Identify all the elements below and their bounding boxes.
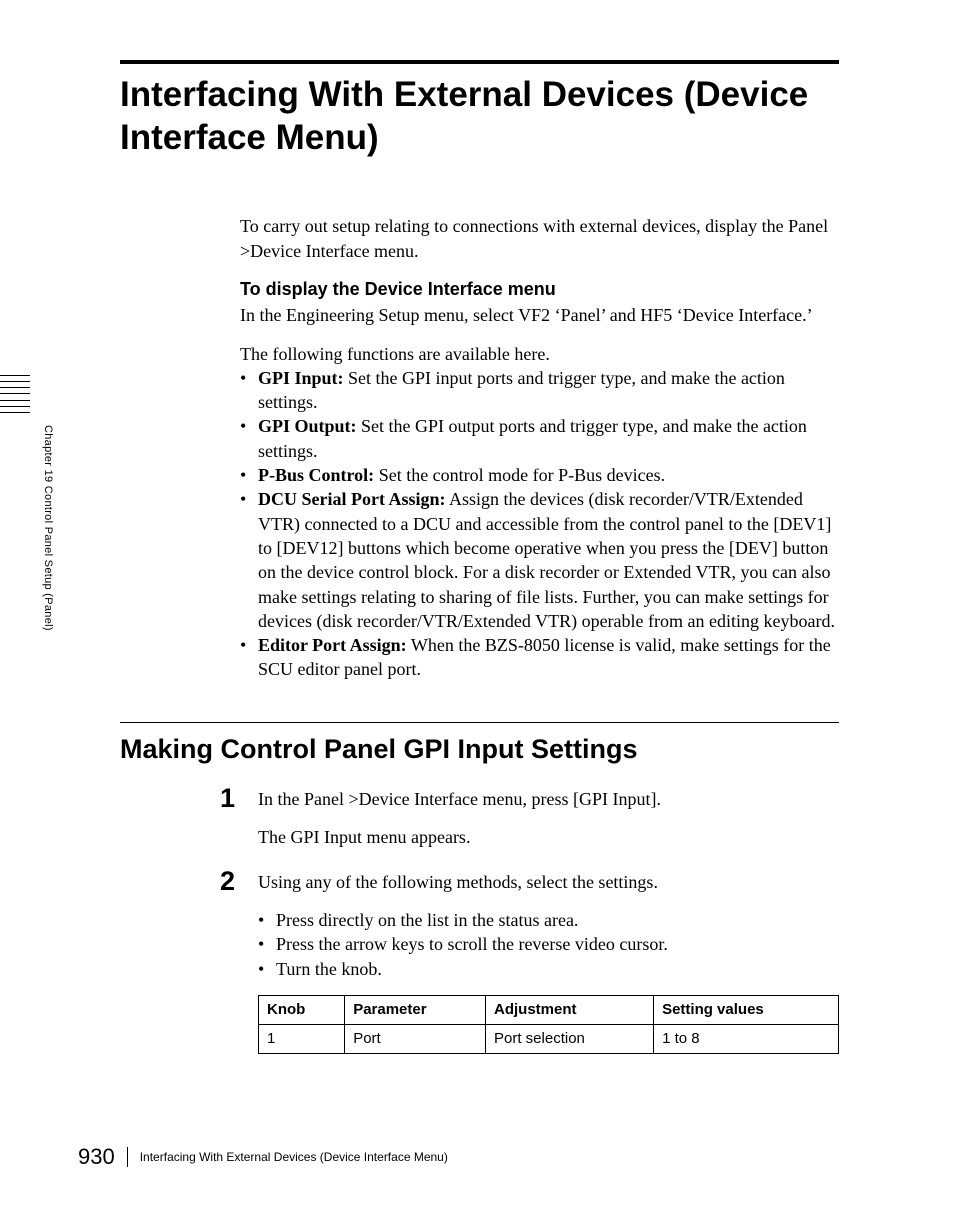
bullet-icon: •	[240, 366, 258, 415]
table-header: Setting values	[654, 995, 839, 1024]
table-header: Parameter	[345, 995, 486, 1024]
bullet-icon: •	[240, 414, 258, 463]
table-cell: 1	[259, 1025, 345, 1054]
step-text: Using any of the following methods, sele…	[258, 870, 839, 894]
function-name: Editor Port Assign:	[258, 635, 407, 655]
table-header: Adjustment	[486, 995, 654, 1024]
display-menu-heading: To display the Device Interface menu	[240, 277, 839, 301]
bullet-icon: •	[258, 908, 276, 932]
table-header: Knob	[259, 995, 345, 1024]
sub-bullet-text: Turn the knob.	[276, 957, 382, 981]
function-item: • GPI Input: Set the GPI input ports and…	[240, 366, 839, 415]
footer-divider	[127, 1147, 128, 1167]
section-heading: Making Control Panel GPI Input Settings	[120, 731, 839, 767]
table-row: 1 Port Port selection 1 to 8	[259, 1025, 839, 1054]
table-cell: Port selection	[486, 1025, 654, 1054]
page-number: 930	[78, 1142, 115, 1172]
page-title: Interfacing With External Devices (Devic…	[120, 74, 839, 159]
footer-title: Interfacing With External Devices (Devic…	[140, 1149, 448, 1165]
step-text: The GPI Input menu appears.	[258, 825, 839, 849]
function-item: • P-Bus Control: Set the control mode fo…	[240, 463, 839, 487]
page-footer: 930 Interfacing With External Devices (D…	[78, 1142, 448, 1172]
sub-bullet-item: • Turn the knob.	[258, 957, 839, 981]
function-name: GPI Output:	[258, 416, 357, 436]
function-name: DCU Serial Port Assign:	[258, 489, 446, 509]
step-number: 1	[220, 785, 258, 862]
title-rule	[120, 60, 839, 64]
table-cell: 1 to 8	[654, 1025, 839, 1054]
sub-bullet-text: Press the arrow keys to scroll the rever…	[276, 932, 668, 956]
bullet-icon: •	[258, 957, 276, 981]
sub-bullet-item: • Press the arrow keys to scroll the rev…	[258, 932, 839, 956]
step-1: 1 In the Panel >Device Interface menu, p…	[220, 787, 839, 864]
bullet-icon: •	[240, 487, 258, 633]
table-cell: Port	[345, 1025, 486, 1054]
section-rule	[120, 722, 839, 723]
step-text: In the Panel >Device Interface menu, pre…	[258, 787, 839, 811]
bullet-icon: •	[240, 633, 258, 682]
function-item: • DCU Serial Port Assign: Assign the dev…	[240, 487, 839, 633]
functions-intro: The following functions are available he…	[240, 342, 839, 366]
step-number: 2	[220, 868, 258, 1053]
function-desc: Set the control mode for P-Bus devices.	[374, 465, 665, 485]
knob-table: Knob Parameter Adjustment Setting values…	[258, 995, 839, 1055]
sub-bullet-item: • Press directly on the list in the stat…	[258, 908, 839, 932]
function-item: • GPI Output: Set the GPI output ports a…	[240, 414, 839, 463]
bullet-icon: •	[240, 463, 258, 487]
table-header-row: Knob Parameter Adjustment Setting values	[259, 995, 839, 1024]
function-name: GPI Input:	[258, 368, 344, 388]
function-item: • Editor Port Assign: When the BZS-8050 …	[240, 633, 839, 682]
bullet-icon: •	[258, 932, 276, 956]
function-name: P-Bus Control:	[258, 465, 374, 485]
intro-paragraph: To carry out setup relating to connectio…	[240, 214, 839, 263]
step-2: 2 Using any of the following methods, se…	[220, 870, 839, 1055]
display-menu-text: In the Engineering Setup menu, select VF…	[240, 303, 839, 327]
sub-bullet-text: Press directly on the list in the status…	[276, 908, 578, 932]
function-desc: Assign the devices (disk recorder/VTR/Ex…	[258, 489, 835, 630]
